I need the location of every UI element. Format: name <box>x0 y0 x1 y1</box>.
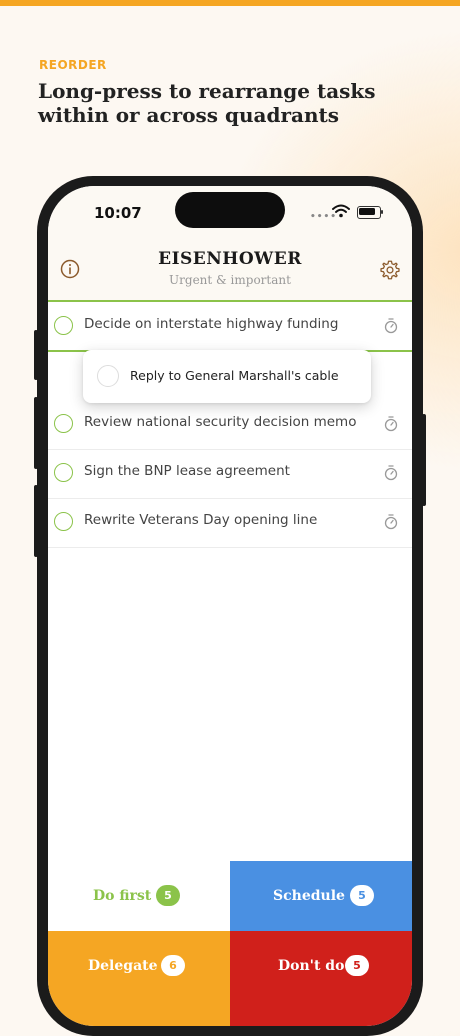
dragging-task-card[interactable]: Reply to General Marshall's cable <box>83 350 371 403</box>
quadrant-count-badge: 5 <box>350 885 374 906</box>
promo-headline-line1: Long-press to rearrange tasks <box>38 79 376 103</box>
task-checkbox[interactable] <box>54 463 73 482</box>
dynamic-island <box>175 192 285 228</box>
app-subtitle: Urgent & important <box>169 273 291 287</box>
phone-screen: 10:07 •••• EISENHOWER Urgent & important… <box>48 186 412 1026</box>
quadrant-delegate-button[interactable]: Delegate 6 <box>48 931 230 1026</box>
task-checkbox[interactable] <box>54 512 73 531</box>
task-row[interactable]: Rewrite Veterans Day opening line <box>48 499 412 548</box>
task-row[interactable]: Review national security decision memo <box>48 401 412 450</box>
task-row[interactable]: Sign the BNP lease agreement <box>48 450 412 499</box>
top-accent-bar <box>0 0 460 6</box>
quadrant-label: Do first <box>93 888 152 904</box>
phone-mute-button <box>34 330 38 380</box>
dragging-task-label: Reply to General Marshall's cable <box>130 368 339 383</box>
quadrant-count-badge: 5 <box>345 955 369 976</box>
quadrant-do-first-button[interactable]: Do first 5 <box>48 861 230 931</box>
quadrant-label: Schedule <box>273 888 345 904</box>
phone-volume-down-button <box>34 485 38 557</box>
promo-eyebrow: REORDER <box>39 58 107 72</box>
quadrant-label: Delegate <box>88 958 158 974</box>
phone-power-button <box>422 414 426 506</box>
task-checkbox[interactable] <box>97 365 119 387</box>
battery-icon <box>357 206 381 219</box>
status-time: 10:07 <box>94 204 142 222</box>
phone-volume-up-button <box>34 397 38 469</box>
quadrant-schedule-button[interactable]: Schedule 5 <box>230 861 412 931</box>
stopwatch-icon[interactable] <box>384 318 398 334</box>
task-checkbox[interactable] <box>54 316 73 335</box>
quadrant-label: Don't do <box>278 958 345 974</box>
quadrant-count-badge: 5 <box>156 885 180 906</box>
app-title: EISENHOWER <box>158 249 302 269</box>
task-checkbox[interactable] <box>54 414 73 433</box>
battery-tip <box>381 210 383 214</box>
task-label: Sign the BNP lease agreement <box>84 463 290 479</box>
promo-headline: Long-press to rearrange tasks within or … <box>38 79 438 127</box>
stopwatch-icon[interactable] <box>384 416 398 432</box>
quadrant-color-divider <box>48 300 412 302</box>
task-label: Review national security decision memo <box>84 414 357 430</box>
quadrant-count-badge: 6 <box>161 955 185 976</box>
task-row[interactable]: Decide on interstate highway funding <box>48 303 412 351</box>
gear-icon[interactable] <box>379 259 401 281</box>
task-label: Rewrite Veterans Day opening line <box>84 512 318 528</box>
quadrant-dont-do-button[interactable]: Don't do 5 <box>230 931 412 1026</box>
stopwatch-icon[interactable] <box>384 465 398 481</box>
stopwatch-icon[interactable] <box>384 514 398 530</box>
wifi-icon <box>332 204 350 218</box>
promo-headline-line2: within or across quadrants <box>38 103 340 127</box>
task-label: Decide on interstate highway funding <box>84 316 339 332</box>
